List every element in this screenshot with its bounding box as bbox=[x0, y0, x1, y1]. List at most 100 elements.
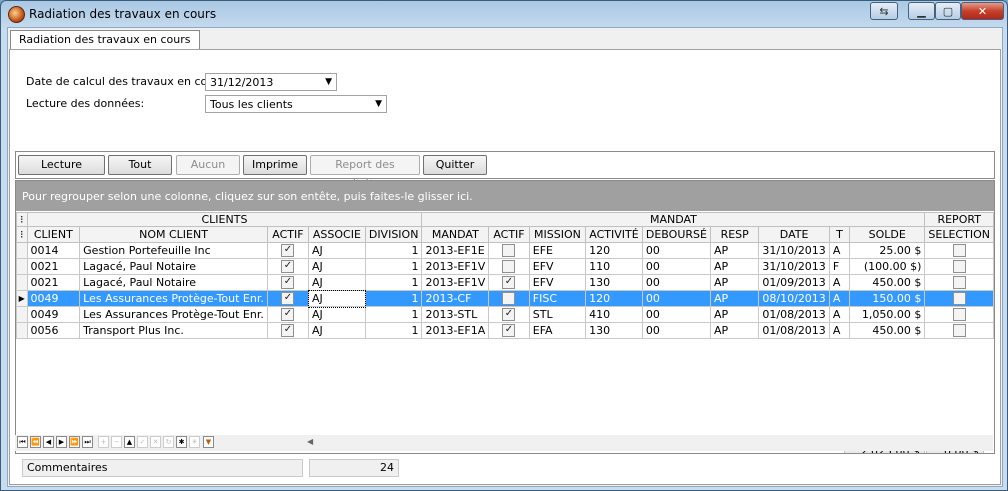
cell-t[interactable]: A bbox=[828, 322, 851, 339]
cell-solde[interactable]: 150.00 $ bbox=[849, 290, 926, 307]
cell-nom[interactable]: Transport Plus Inc. bbox=[79, 322, 268, 339]
insert-icon[interactable]: + bbox=[98, 436, 109, 448]
row-indicator[interactable] bbox=[16, 258, 28, 275]
actif2-checkbox[interactable]: ✓ bbox=[502, 276, 516, 290]
cell-activite[interactable]: 130 bbox=[585, 322, 643, 339]
cell-t[interactable]: A bbox=[828, 242, 851, 259]
table-row[interactable]: ▶ 0049 Les Assurances Protège-Tout Enr. ✓ AJ… bbox=[16, 289, 994, 308]
cell-client[interactable]: 0049 bbox=[26, 290, 81, 307]
delete-icon[interactable]: − bbox=[111, 436, 122, 448]
cell-t[interactable]: A bbox=[828, 274, 851, 291]
cell-mission[interactable]: STL bbox=[528, 306, 587, 323]
cell-associe[interactable]: AJ bbox=[308, 242, 366, 259]
cell-resp[interactable]: AP bbox=[709, 322, 760, 339]
cell-activite[interactable]: 130 bbox=[585, 274, 643, 291]
col-header-client[interactable]: CLIENT bbox=[26, 226, 81, 243]
close-button[interactable]: ✕ bbox=[961, 2, 1004, 20]
cell-mission[interactable]: EFA bbox=[528, 322, 587, 339]
col-header-mission[interactable]: MISSION bbox=[528, 226, 587, 243]
cell-actif2[interactable] bbox=[488, 242, 530, 259]
actif2-checkbox[interactable]: ✓ bbox=[502, 308, 516, 322]
cell-resp[interactable]: AP bbox=[709, 274, 760, 291]
report-radiations-button[interactable]: Report des radiations bbox=[310, 155, 420, 189]
cell-nom[interactable]: Les Assurances Protège-Tout Enr. bbox=[79, 306, 268, 323]
column-chooser-icon[interactable]: ⁝ bbox=[16, 226, 28, 243]
cell-division[interactable]: 1 bbox=[364, 306, 423, 323]
col-header-date[interactable]: DATE bbox=[758, 226, 830, 243]
col-header-actif-mandat[interactable]: ACTIF bbox=[488, 226, 530, 243]
row-indicator[interactable] bbox=[16, 274, 28, 291]
cell-date[interactable]: 01/08/2013 bbox=[758, 306, 830, 323]
cell-division[interactable]: 1 bbox=[364, 274, 423, 291]
cell-activite[interactable]: 110 bbox=[585, 258, 643, 275]
cell-selection[interactable] bbox=[924, 274, 994, 291]
cell-client[interactable]: 0056 bbox=[26, 322, 81, 339]
cell-division[interactable]: 1 bbox=[364, 258, 423, 275]
row-indicator[interactable] bbox=[16, 306, 28, 323]
bookmark-icon[interactable]: ✱ bbox=[176, 436, 187, 448]
col-header-division[interactable]: DIVISION bbox=[364, 226, 423, 243]
cell-debourse[interactable]: 00 bbox=[641, 242, 711, 259]
selection-checkbox[interactable] bbox=[952, 276, 966, 290]
cell-actif[interactable]: ✓ bbox=[266, 274, 310, 291]
cell-resp[interactable]: AP bbox=[709, 306, 760, 323]
col-header-selection[interactable]: SELECTION bbox=[924, 226, 994, 243]
scroll-left-icon[interactable]: ◀ bbox=[307, 437, 313, 446]
cell-solde[interactable]: 450.00 $ bbox=[849, 274, 926, 291]
actif-checkbox[interactable]: ✓ bbox=[281, 276, 295, 290]
next-record-icon[interactable]: ▶ bbox=[56, 436, 67, 448]
cell-resp[interactable]: AP bbox=[709, 290, 760, 307]
next-page-icon[interactable]: ⏩ bbox=[69, 436, 80, 448]
col-header-activite[interactable]: ACTIVITÉ bbox=[585, 226, 643, 243]
col-header-associe[interactable]: ASSOCIE bbox=[308, 226, 366, 243]
first-record-icon[interactable]: ⏮ bbox=[17, 436, 28, 448]
prev-record-icon[interactable]: ◀ bbox=[43, 436, 54, 448]
edit-icon[interactable]: ▲ bbox=[124, 436, 135, 448]
selection-checkbox[interactable] bbox=[952, 292, 966, 306]
cell-debourse[interactable]: 00 bbox=[641, 322, 711, 339]
prev-page-icon[interactable]: ⏪ bbox=[30, 436, 41, 448]
tab-radiation[interactable]: Radiation des travaux en cours bbox=[10, 30, 200, 51]
actif-checkbox[interactable]: ✓ bbox=[281, 244, 295, 258]
cell-nom[interactable]: Gestion Portefeuille Inc bbox=[79, 242, 268, 259]
col-header-debourse[interactable]: DEBOURSÉ bbox=[641, 226, 711, 243]
cell-activite[interactable]: 120 bbox=[585, 290, 643, 307]
cell-resp[interactable]: AP bbox=[709, 258, 760, 275]
actif2-checkbox[interactable] bbox=[502, 292, 516, 306]
actif2-checkbox[interactable] bbox=[502, 244, 516, 258]
cell-nom[interactable]: Les Assurances Protège-Tout Enr. bbox=[79, 290, 268, 307]
cell-actif[interactable]: ✓ bbox=[266, 306, 310, 323]
cell-t[interactable]: A bbox=[828, 290, 851, 307]
goto-bookmark-icon[interactable]: ✳ bbox=[189, 436, 200, 448]
col-header-t[interactable]: T bbox=[828, 226, 851, 243]
cell-solde[interactable]: 1,050.00 $ bbox=[849, 306, 926, 323]
cell-resp[interactable]: AP bbox=[709, 242, 760, 259]
cell-nom[interactable]: Lagacé, Paul Notaire bbox=[79, 274, 268, 291]
imprime-button[interactable]: Imprime bbox=[243, 155, 307, 175]
cell-associe[interactable]: AJ bbox=[307, 289, 367, 308]
cell-t[interactable]: A bbox=[828, 306, 851, 323]
cancel-icon[interactable]: ✕ bbox=[150, 436, 161, 448]
selection-checkbox[interactable] bbox=[952, 308, 966, 322]
cell-actif2[interactable]: ✓ bbox=[488, 322, 530, 339]
cell-solde[interactable]: (100.00 $) bbox=[849, 258, 926, 275]
table-row[interactable]: 0049 Les Assurances Protège-Tout Enr. ✓ AJ 1… bbox=[16, 306, 994, 323]
col-header-resp[interactable]: RESP bbox=[709, 226, 760, 243]
cell-mandat[interactable]: 2013-EF1V bbox=[421, 274, 490, 291]
cell-date[interactable]: 08/10/2013 bbox=[758, 290, 830, 307]
cell-client[interactable]: 0014 bbox=[26, 242, 81, 259]
cell-mandat[interactable]: 2013-EF1A bbox=[421, 322, 490, 339]
cell-mission[interactable]: FISC bbox=[528, 290, 587, 307]
cell-actif[interactable]: ✓ bbox=[266, 322, 310, 339]
cell-associe[interactable]: AJ bbox=[308, 322, 366, 339]
date-combo[interactable]: 31/12/2013 ▼ bbox=[205, 73, 337, 91]
cell-client[interactable]: 0021 bbox=[26, 274, 81, 291]
cell-selection[interactable] bbox=[924, 242, 994, 259]
selection-checkbox[interactable] bbox=[952, 244, 966, 258]
cell-associe[interactable]: AJ bbox=[308, 306, 366, 323]
row-indicator[interactable] bbox=[16, 242, 28, 259]
col-header-mandat[interactable]: MANDAT bbox=[421, 226, 490, 243]
commentaires-field[interactable]: Commentaires bbox=[22, 459, 303, 477]
cell-client[interactable]: 0049 bbox=[26, 306, 81, 323]
col-header-nom-client[interactable]: NOM CLIENT bbox=[79, 226, 268, 243]
